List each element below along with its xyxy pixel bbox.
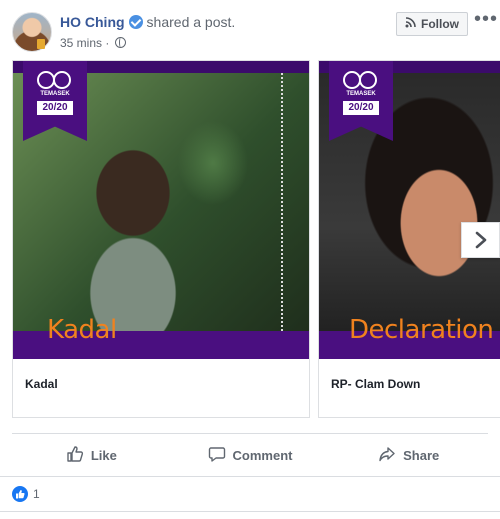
follow-button[interactable]: Follow <box>396 12 468 36</box>
author-name[interactable]: HO Ching <box>60 14 125 30</box>
reaction-count: 1 <box>33 487 40 501</box>
share-icon <box>378 445 396 466</box>
thumbs-up-icon <box>66 445 84 466</box>
post-header-line: HO Ching shared a post. <box>60 14 235 30</box>
poster-title: Declaration <box>349 315 494 345</box>
meta-separator: · <box>105 36 110 50</box>
like-label: Like <box>90 447 117 463</box>
post-actions-bar: Like Comment Share <box>12 440 488 470</box>
card-poster-image[interactable]: TEMASEK 20/20 Declaration <box>319 61 500 359</box>
card-caption[interactable]: RP- Clam Down <box>331 377 420 391</box>
comment-label: Comment <box>232 447 293 463</box>
card-caption[interactable]: Kadal <box>25 377 58 391</box>
like-reaction-icon <box>12 486 28 502</box>
rss-icon <box>405 17 416 31</box>
share-button[interactable]: Share <box>329 440 488 470</box>
post-action-text: shared a post. <box>146 14 236 30</box>
carousel-card[interactable]: TEMASEK 20/20 Kadal Kadal <box>12 60 310 418</box>
divider <box>0 511 500 512</box>
globe-icon[interactable] <box>114 37 126 48</box>
comment-icon <box>208 445 226 466</box>
divider <box>12 433 488 434</box>
chevron-right-icon[interactable] <box>461 222 500 258</box>
post-timestamp[interactable]: 35 mins <box>60 36 102 50</box>
feed-post: HO Ching shared a post. 35 mins · Follow … <box>0 0 500 519</box>
verified-badge-icon <box>128 15 143 29</box>
divider <box>0 476 500 477</box>
post-meta: 35 mins · <box>60 36 126 50</box>
more-options-icon[interactable]: ••• <box>474 9 497 34</box>
share-label: Share <box>403 447 440 463</box>
card-poster-image[interactable]: TEMASEK 20/20 Kadal <box>13 61 309 359</box>
poster-title: Kadal <box>47 315 117 345</box>
comment-button[interactable]: Comment <box>171 440 330 470</box>
author-avatar[interactable] <box>12 12 52 52</box>
follow-label: Follow <box>421 17 459 31</box>
like-button[interactable]: Like <box>12 440 171 470</box>
reactions-summary[interactable]: 1 <box>12 486 40 502</box>
